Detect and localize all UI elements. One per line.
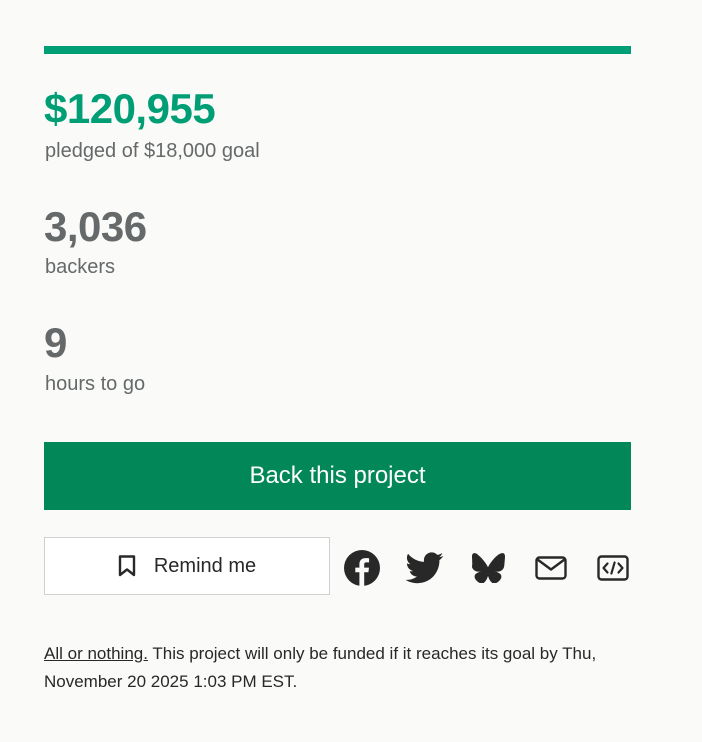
all-or-nothing-link[interactable]: All or nothing. [44, 644, 148, 663]
twitter-icon[interactable] [405, 548, 445, 588]
bookmark-icon [118, 555, 136, 577]
remind-me-label: Remind me [153, 554, 257, 577]
backers-label: backers [45, 256, 116, 278]
time-remaining-count: 9 [44, 319, 67, 366]
remind-me-button[interactable]: Remind me [44, 537, 330, 595]
embed-icon[interactable] [593, 548, 633, 588]
funding-terms-note: All or nothing. This project will only b… [44, 640, 634, 696]
bluesky-icon[interactable] [468, 548, 508, 588]
funding-progress-fill [44, 46, 631, 54]
time-remaining-label: hours to go [45, 373, 146, 395]
mail-icon[interactable] [531, 548, 571, 588]
backers-count: 3,036 [44, 203, 147, 250]
facebook-icon[interactable] [342, 548, 382, 588]
funding-progress-bar [44, 46, 631, 54]
pledged-goal-label: pledged of $18,000 goal [45, 140, 260, 162]
back-this-project-button[interactable]: Back this project [44, 442, 631, 510]
pledged-amount: $120,955 [44, 85, 216, 132]
